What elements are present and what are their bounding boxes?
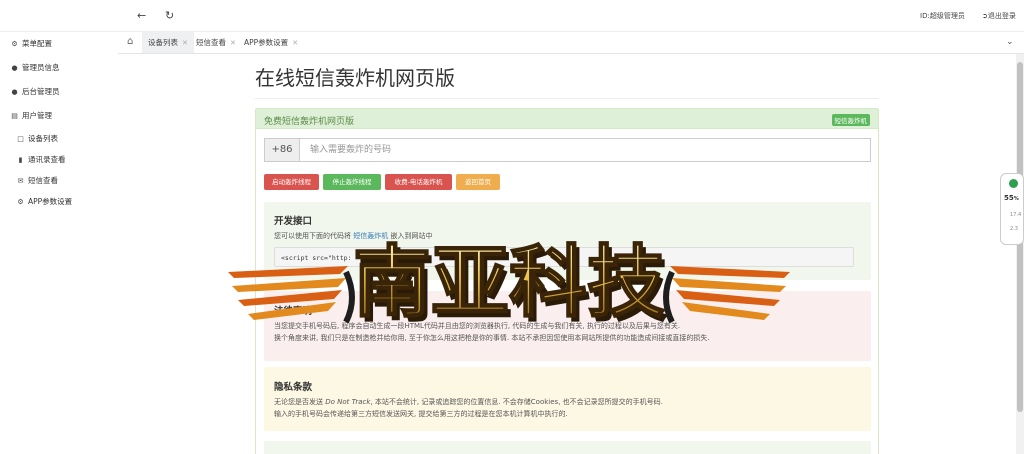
sidebar-item-contacts[interactable]: ▮ 通讯录查看 bbox=[16, 154, 66, 165]
page-title: 在线短信轰炸机网页版 bbox=[255, 66, 455, 90]
sidebar-item-device-list[interactable]: □ 设备列表 bbox=[16, 133, 58, 144]
left-wing-icon bbox=[228, 266, 355, 324]
phone-input-group: +86 bbox=[264, 138, 871, 162]
top-bar: ← ↻ ID:超级管理员 ➲退出登录 bbox=[0, 0, 1024, 32]
widget-stat-1: 17.4 bbox=[1010, 212, 1022, 218]
gear-icon: ⚙ bbox=[11, 40, 18, 48]
user-icon: ● bbox=[11, 64, 18, 72]
country-code: +86 bbox=[264, 138, 300, 162]
close-icon[interactable]: ✕ bbox=[182, 39, 188, 47]
close-icon[interactable]: ✕ bbox=[230, 39, 236, 47]
panel-title: 免费短信轰炸机网页版 bbox=[264, 117, 355, 127]
close-icon[interactable]: ✕ bbox=[292, 39, 298, 47]
back-arrow-icon[interactable]: ← bbox=[137, 9, 146, 22]
refresh-icon[interactable]: ↻ bbox=[165, 9, 174, 22]
right-wing-icon bbox=[663, 266, 790, 324]
sidebar-item-sms[interactable]: ✉ 短信查看 bbox=[16, 175, 58, 186]
privacy-title: 隐私条款 bbox=[274, 382, 313, 393]
divider bbox=[255, 98, 879, 99]
home-icon[interactable]: ⌂ bbox=[127, 36, 133, 47]
phone-input[interactable] bbox=[299, 138, 871, 162]
watermark-text: 南亚科技 bbox=[353, 238, 665, 328]
book-icon: ▮ bbox=[18, 156, 23, 164]
panel-badge: 短信轰炸机 bbox=[831, 114, 870, 126]
tab-app-settings[interactable]: APP参数设置 ✕ bbox=[238, 32, 304, 53]
legal-line-2: 换个角度来讲, 我们只是在制造枪并给你用, 至于你怎么用这把枪是你的事情. 本站… bbox=[274, 334, 710, 342]
tab-sms[interactable]: 短信查看 ✕ bbox=[190, 32, 242, 53]
sidebar-item-menu-config[interactable]: ⚙ 菜单配置 bbox=[10, 38, 52, 49]
logout-button[interactable]: ➲退出登录 bbox=[982, 11, 1016, 21]
privacy-section: 隐私条款 无论您是否发送 Do Not Track, 本站不会统计, 记录或追踪… bbox=[264, 367, 871, 431]
user-icon: ● bbox=[11, 88, 18, 96]
sidebar-item-admin-info[interactable]: ● 管理员信息 bbox=[10, 62, 59, 73]
gear-icon: ⚙ bbox=[17, 198, 24, 206]
start-thread-button[interactable]: 启动轰炸线程 bbox=[264, 174, 319, 190]
tab-device-list[interactable]: 设备列表 ✕ bbox=[142, 32, 194, 53]
sidebar: ⚙ 菜单配置 ● 管理员信息 ● 后台管理员 ▤ 用户管理 □ 设备列表 ▮ 通讯录查看 ✉… bbox=[0, 32, 118, 454]
next-section bbox=[264, 441, 871, 454]
status-check-icon bbox=[1009, 179, 1018, 188]
current-user-label: ID:超级管理员 bbox=[920, 12, 965, 20]
status-widget[interactable]: 55% 17.4 2.3 bbox=[1000, 173, 1024, 245]
dev-api-title: 开发接口 bbox=[274, 216, 313, 227]
chevron-down-icon[interactable]: ⌄ bbox=[1006, 37, 1014, 47]
watermark-logo: 南亚科技 南亚科技 bbox=[228, 238, 790, 330]
lock-icon: □ bbox=[17, 135, 24, 143]
widget-value: 55% bbox=[1004, 194, 1019, 202]
phone-bomber-button[interactable]: 收费-电话轰炸机 bbox=[385, 174, 452, 190]
sidebar-item-backend-admins[interactable]: ● 后台管理员 bbox=[10, 86, 59, 97]
widget-stat-2: 2.3 bbox=[1010, 226, 1018, 232]
id-card-icon: ▤ bbox=[11, 112, 18, 120]
stop-thread-button[interactable]: 停止轰炸线程 bbox=[323, 174, 381, 190]
privacy-line-1: 无论您是否发送 Do Not Track, 本站不会统计, 记录或追踪您的位置信… bbox=[274, 398, 663, 406]
privacy-line-2: 输入的手机号码会传递给第三方短信发送网关, 提交给第三方的过程是在您本机计算机中… bbox=[274, 410, 568, 418]
sidebar-item-user-management[interactable]: ▤ 用户管理 bbox=[10, 110, 52, 121]
tab-bar: ⌂ 设备列表 ✕ 短信查看 ✕ APP参数设置 ✕ ⌄ bbox=[118, 32, 1024, 54]
home-button[interactable]: 返回首页 bbox=[456, 174, 500, 190]
panel-header: 免费短信轰炸机网页版 短信轰炸机 bbox=[256, 109, 878, 129]
sidebar-item-app-settings[interactable]: ⚙ APP参数设置 bbox=[16, 196, 72, 207]
envelope-icon: ✉ bbox=[17, 177, 24, 185]
